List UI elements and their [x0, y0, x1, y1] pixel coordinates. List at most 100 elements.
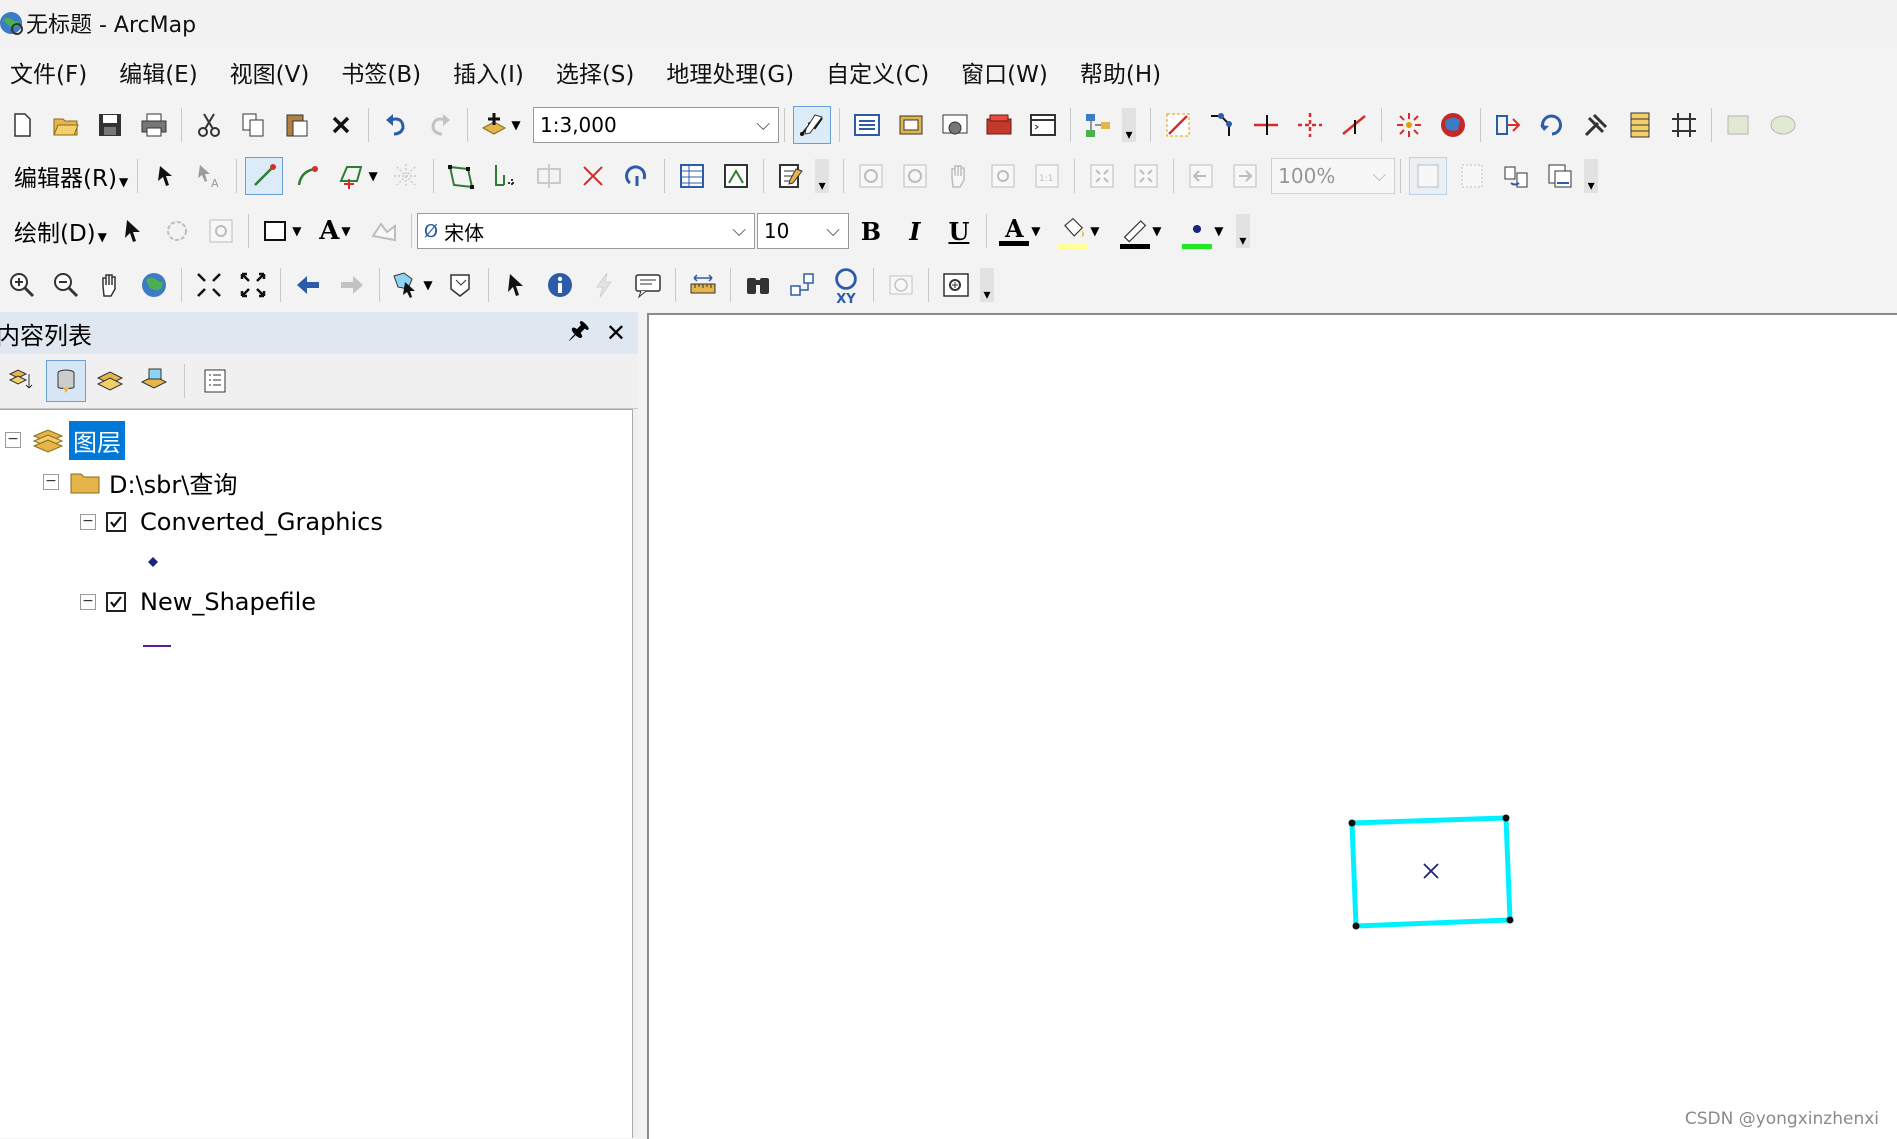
text-dropdown-arrow[interactable]: ▼ — [341, 224, 350, 238]
rotate-tool-button[interactable] — [618, 157, 656, 195]
menu-geoprocessing[interactable]: 地理处理(G) — [666, 55, 794, 89]
straight-segment-button[interactable] — [245, 157, 284, 195]
hyperlink-button[interactable] — [585, 266, 623, 304]
menu-windows[interactable]: 窗口(W) — [961, 55, 1048, 89]
selection-anchor-x-icon[interactable] — [1423, 863, 1439, 879]
grid-layout-button[interactable] — [1665, 106, 1703, 144]
fixed-zoom-in-map-button[interactable] — [190, 266, 228, 304]
trim-tool-button[interactable] — [1291, 106, 1329, 144]
menu-insert[interactable]: 插入(I) — [453, 55, 524, 89]
menu-help[interactable]: 帮助(H) — [1080, 55, 1161, 89]
toolbar-options-grip[interactable]: ▾ — [980, 268, 994, 302]
zoom-to-selected-elements-button[interactable] — [202, 212, 240, 250]
vertex-handle[interactable] — [1348, 819, 1356, 827]
layout-zoom-out-button[interactable] — [896, 157, 934, 195]
find-button[interactable] — [739, 266, 777, 304]
python-window-button[interactable] — [1024, 106, 1062, 144]
data-frame-label[interactable]: 图层 — [69, 420, 125, 460]
table-button[interactable] — [1621, 106, 1659, 144]
html-popup-button[interactable] — [629, 266, 667, 304]
line-color-button[interactable]: ▼ — [1113, 212, 1169, 250]
redo-button[interactable] — [421, 106, 459, 144]
toolbar-options-grip[interactable]: ▾ — [1122, 108, 1136, 142]
construction-dropdown-arrow[interactable]: ▼ — [369, 169, 378, 183]
clear-selection-button[interactable] — [442, 266, 480, 304]
globe-service-button[interactable] — [1434, 106, 1472, 144]
italic-button[interactable]: I — [896, 212, 934, 250]
fill-color-button[interactable]: ▼ — [1051, 212, 1107, 250]
vertex-handle[interactable] — [1352, 922, 1360, 930]
font-color-button[interactable]: A ▼ — [995, 212, 1045, 250]
list-by-selection-tab[interactable] — [134, 360, 174, 402]
split-feature-button[interactable] — [530, 157, 568, 195]
go-back-extent-button[interactable] — [1182, 157, 1220, 195]
point-symbol-icon[interactable] — [145, 554, 161, 570]
go-forward-extent-button[interactable] — [1226, 157, 1264, 195]
collapse-toggle[interactable]: − — [43, 474, 59, 490]
cut-tool-button[interactable] — [574, 157, 612, 195]
layer-visibility-checkbox[interactable] — [106, 592, 126, 612]
layout-zoom-combo[interactable]: 100% ⌵ — [1271, 158, 1396, 194]
focus-data-frame-button[interactable] — [1453, 157, 1491, 195]
generalize-button[interactable] — [1764, 106, 1802, 144]
attributes-button[interactable] — [673, 157, 711, 195]
fixed-zoom-in-button[interactable] — [1083, 157, 1121, 195]
undo-button[interactable] — [377, 106, 415, 144]
rectangle-dropdown-arrow[interactable]: ▼ — [292, 224, 301, 238]
toolbar-options-grip[interactable]: ▾ — [815, 159, 830, 193]
catalog-window-button[interactable] — [892, 106, 930, 144]
select-features-button[interactable]: ▼ — [388, 266, 436, 304]
map-display[interactable]: CSDN @yongxinzhenxi — [647, 313, 1897, 1139]
marker-color-dropdown-arrow[interactable]: ▼ — [1214, 224, 1223, 238]
menu-file[interactable]: 文件(F) — [10, 55, 87, 89]
cut-button[interactable] — [190, 106, 228, 144]
rectangle-tool-button[interactable]: ▼ — [257, 212, 305, 250]
line-symbol-icon[interactable] — [142, 634, 172, 650]
pan-button[interactable] — [91, 266, 129, 304]
editor-toolbar-button[interactable] — [793, 106, 831, 144]
new-text-button[interactable]: A ▼ — [311, 212, 359, 250]
list-by-visibility-tab[interactable] — [90, 360, 130, 402]
layer-name-label[interactable]: Converted_Graphics — [140, 508, 383, 536]
find-route-button[interactable] — [783, 266, 821, 304]
toggle-draft-mode-button[interactable] — [1409, 157, 1448, 195]
edit-vertices-draw-button[interactable] — [365, 212, 403, 250]
identify-button[interactable] — [541, 266, 579, 304]
go-to-xy-button[interactable]: XY — [827, 266, 865, 306]
endpoint-arc-button[interactable] — [289, 157, 327, 195]
cluster-tool-button[interactable] — [1720, 106, 1758, 144]
copy-button[interactable] — [234, 106, 272, 144]
toc-options-tab[interactable] — [195, 360, 235, 402]
menu-selection[interactable]: 选择(S) — [556, 55, 635, 89]
arctoolbox-button[interactable] — [980, 106, 1018, 144]
layout-zoom-in-button[interactable] — [852, 157, 890, 195]
fill-color-dropdown-arrow[interactable]: ▼ — [1090, 224, 1099, 238]
close-icon[interactable]: ✕ — [606, 319, 626, 347]
explode-button[interactable] — [1390, 106, 1428, 144]
add-data-button[interactable]: ▼ — [476, 106, 524, 144]
font-name-combo[interactable]: Ø 宋体 ⌵ — [416, 213, 755, 249]
toolbar-options-grip[interactable]: ▾ — [1584, 159, 1599, 193]
create-viewer-window-button[interactable] — [937, 266, 975, 304]
menu-customize[interactable]: 自定义(C) — [826, 55, 929, 89]
change-layout-button[interactable] — [1497, 157, 1535, 195]
create-features-button[interactable] — [772, 157, 810, 195]
full-extent-button[interactable] — [135, 266, 173, 304]
rotate-element-button[interactable] — [158, 212, 196, 250]
zoom-in-button[interactable] — [3, 266, 41, 304]
edit-vertices-button[interactable] — [1159, 106, 1197, 144]
measure-button[interactable] — [684, 266, 722, 304]
print-button[interactable] — [135, 106, 173, 144]
data-driven-pages-button[interactable] — [1541, 157, 1579, 195]
zoom-100-button[interactable]: 1:1 — [1028, 157, 1066, 195]
bold-button[interactable]: B — [852, 212, 890, 250]
vertex-handle[interactable] — [1506, 916, 1514, 924]
workspace-path-label[interactable]: D:\sbr\查询 — [109, 465, 237, 500]
marker-color-button[interactable]: ▼ — [1175, 212, 1231, 250]
go-forward-button[interactable] — [333, 266, 371, 304]
collapse-toggle[interactable]: − — [5, 432, 21, 448]
auto-hide-pin-icon[interactable]: 🖈 — [568, 313, 590, 354]
add-data-dropdown-arrow[interactable]: ▼ — [511, 118, 520, 132]
sketch-properties-button[interactable] — [717, 157, 755, 195]
save-button[interactable] — [91, 106, 129, 144]
